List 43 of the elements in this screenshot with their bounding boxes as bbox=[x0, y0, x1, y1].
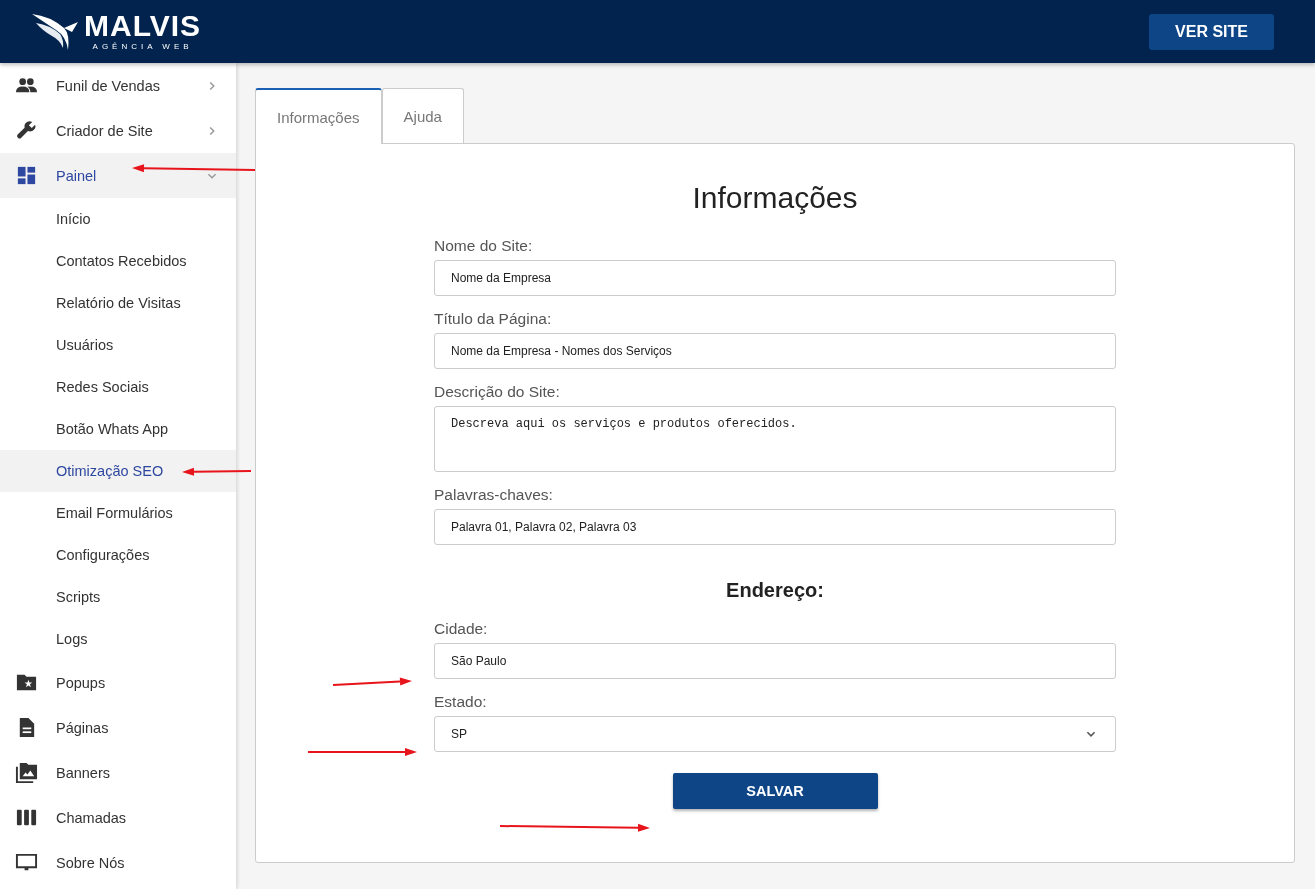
form-title: Informações bbox=[691, 181, 859, 215]
input-field[interactable]: Nome da Empresa bbox=[434, 260, 1116, 296]
tab[interactable]: Informações bbox=[255, 88, 382, 144]
sidebar-subitem[interactable]: Scripts bbox=[0, 576, 236, 618]
input-field[interactable]: São Paulo bbox=[434, 643, 1116, 679]
sidebar-subitem[interactable]: Email Formulários bbox=[0, 492, 236, 534]
field-label: Estado: bbox=[434, 693, 488, 711]
sidebar-item[interactable]: Funil de Vendas bbox=[0, 63, 236, 108]
sidebar-subitem[interactable]: Relatório de Visitas bbox=[0, 282, 236, 324]
input-field[interactable]: Nome da Empresa - Nomes dos Serviços bbox=[434, 333, 1116, 369]
tab[interactable]: Ajuda bbox=[381, 88, 464, 144]
sidebar-item[interactable]: Páginas bbox=[0, 705, 236, 750]
field-label: Descrição do Site: bbox=[434, 383, 561, 401]
field-label: Nome do Site: bbox=[434, 237, 534, 255]
logo-tagline: AGÊNCIA WEB bbox=[92, 40, 193, 53]
logo-name: MALVIS bbox=[84, 10, 202, 41]
sidebar-subitem[interactable]: Configurações bbox=[0, 534, 236, 576]
images-icon bbox=[15, 761, 38, 784]
sidebar-item[interactable]: Popups bbox=[0, 660, 236, 705]
sidebar-item[interactable]: Sobre Nós bbox=[0, 840, 236, 885]
dashboard-icon bbox=[15, 164, 38, 187]
sidebar-subitem[interactable]: Contatos Recebidos bbox=[0, 240, 236, 282]
sidebar-subitem[interactable]: Botão Whats App bbox=[0, 408, 236, 450]
input-field[interactable]: Palavra 01, Palavra 02, Palavra 03 bbox=[434, 509, 1116, 545]
sidebar-subitem[interactable]: Usuários bbox=[0, 324, 236, 366]
field-label: Palavras-chaves: bbox=[434, 486, 554, 504]
sidebar-item[interactable]: Chamadas bbox=[0, 795, 236, 840]
field-label: Cidade: bbox=[434, 620, 489, 638]
view-site-button[interactable]: VER SITE bbox=[1149, 13, 1274, 50]
sidebar-item[interactable]: Banners bbox=[0, 750, 236, 795]
sidebar-subitem[interactable]: Otimização SEO bbox=[0, 450, 236, 492]
sidebar-subitem[interactable]: Logs bbox=[0, 618, 236, 660]
sidebar-subitem[interactable]: Início bbox=[0, 198, 236, 240]
sidebar-item[interactable]: Criador de Site bbox=[0, 108, 236, 153]
section-heading: Endereço: bbox=[725, 579, 825, 602]
sidebar-subitem[interactable]: Redes Sociais bbox=[0, 366, 236, 408]
annotation-arrow bbox=[182, 467, 252, 476]
sidebar-item[interactable]: Painel bbox=[0, 153, 236, 198]
field-label: Título da Página: bbox=[434, 310, 553, 328]
save-button[interactable]: SALVAR bbox=[672, 773, 878, 809]
select-field[interactable]: SP bbox=[434, 716, 1116, 752]
wrench-icon bbox=[15, 119, 38, 142]
text-area[interactable]: Descreva aqui os serviços e produtos oferecidos. bbox=[434, 406, 1116, 472]
